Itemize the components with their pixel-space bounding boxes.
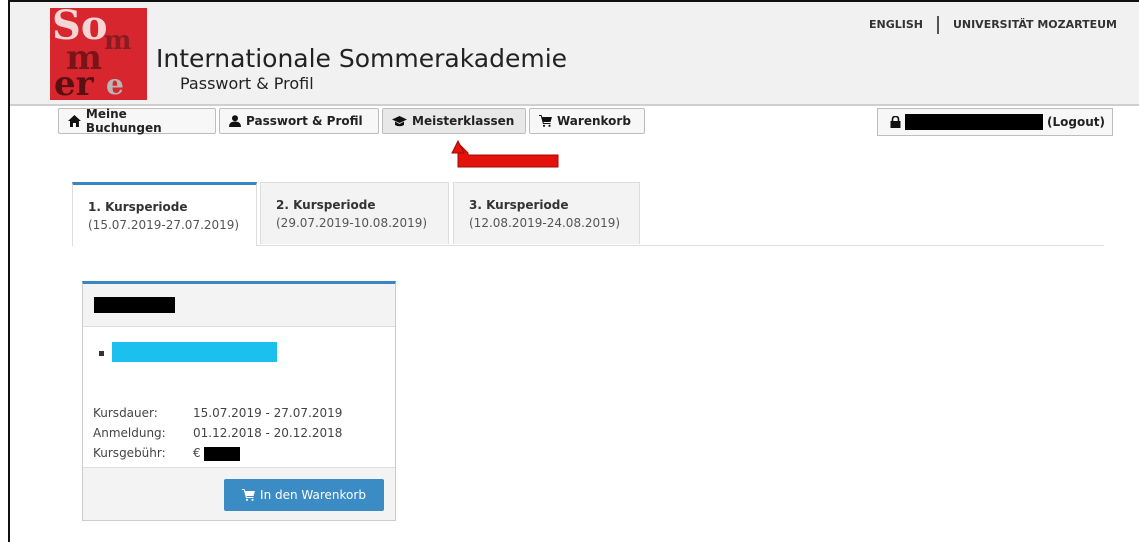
- button-label: In den Warenkorb: [260, 488, 366, 502]
- nav-warenkorb[interactable]: Warenkorb: [529, 108, 645, 134]
- info-row: Anmeldung: 01.12.2018 - 20.12.2018: [93, 426, 343, 440]
- highlighted-teacher-name[interactable]: [112, 342, 277, 362]
- card-footer: In den Warenkorb: [83, 467, 395, 520]
- user-icon: [229, 115, 241, 127]
- graduation-cap-icon: [392, 115, 407, 126]
- tab-title: 2. Kursperiode: [276, 198, 376, 212]
- tab-dates: (12.08.2019-24.08.2019): [469, 216, 621, 230]
- nav-label: Passwort & Profil: [246, 114, 363, 128]
- top-links: ENGLISH UNIVERSITÄT MOZARTEUM: [869, 16, 1117, 34]
- english-link[interactable]: ENGLISH: [869, 18, 923, 31]
- browser-frame: So m m er e Internationale Sommerakademi…: [8, 0, 1139, 542]
- nav-label: Meine Buchungen: [85, 107, 162, 135]
- red-arrow-annotation: [451, 139, 559, 168]
- logout-button[interactable]: (Logout): [877, 108, 1113, 136]
- nav-label: Meisterklassen: [412, 114, 515, 128]
- card-body: Kursdauer: 15.07.2019 - 27.07.2019 Anmeld…: [83, 327, 395, 475]
- cart-icon: [539, 115, 552, 127]
- tab-kursperiode-2[interactable]: 2. Kursperiode (29.07.2019-10.08.2019): [260, 182, 449, 244]
- list-bullet: [99, 351, 104, 356]
- tab-dates: (29.07.2019-10.08.2019): [276, 216, 428, 230]
- main-nav: Meine Buchungen Passwort & Profil Meiste…: [58, 107, 645, 136]
- info-row: Kursdauer: 15.07.2019 - 27.07.2019: [93, 406, 343, 420]
- nav-label: Warenkorb: [557, 114, 631, 128]
- nav-meisterklassen[interactable]: Meisterklassen: [382, 108, 526, 134]
- info-row: Kursgebühr: €: [93, 443, 342, 463]
- card-header: [83, 284, 395, 327]
- tab-kursperiode-3[interactable]: 3. Kursperiode (12.08.2019-24.08.2019): [453, 182, 640, 244]
- course-info: Kursdauer: 15.07.2019 - 27.07.2019 Anmeld…: [93, 403, 342, 463]
- tab-dates: (15.07.2019-27.07.2019): [88, 218, 240, 232]
- redacted-fee: [203, 446, 240, 461]
- redacted-username: [905, 114, 1043, 130]
- tab-title: 3. Kursperiode: [469, 198, 569, 212]
- course-card: Kursdauer: 15.07.2019 - 27.07.2019 Anmeld…: [82, 281, 396, 521]
- tab-kursperiode-1[interactable]: 1. Kursperiode (15.07.2019-27.07.2019): [72, 182, 257, 246]
- link-divider: [936, 16, 939, 34]
- home-icon: [68, 115, 81, 127]
- redacted-course-title: [94, 297, 175, 313]
- site-title: Internationale Sommerakademie: [156, 44, 568, 73]
- nav-passwort-profil[interactable]: Passwort & Profil: [219, 108, 379, 134]
- nav-meine-buchungen[interactable]: Meine Buchungen: [58, 107, 216, 135]
- site-header: So m m er e Internationale Sommerakademi…: [10, 2, 1139, 106]
- academy-logo[interactable]: So m m er e: [50, 8, 147, 100]
- add-to-cart-button[interactable]: In den Warenkorb: [224, 479, 384, 511]
- university-link[interactable]: UNIVERSITÄT MOZARTEUM: [953, 18, 1117, 31]
- tab-title: 1. Kursperiode: [88, 200, 188, 214]
- logout-label: (Logout): [1047, 115, 1105, 129]
- site-subtitle: Passwort & Profil: [180, 74, 314, 93]
- lock-icon: [890, 116, 901, 128]
- period-tabs: 1. Kursperiode (15.07.2019-27.07.2019) 2…: [72, 182, 1104, 246]
- cart-icon: [242, 489, 256, 501]
